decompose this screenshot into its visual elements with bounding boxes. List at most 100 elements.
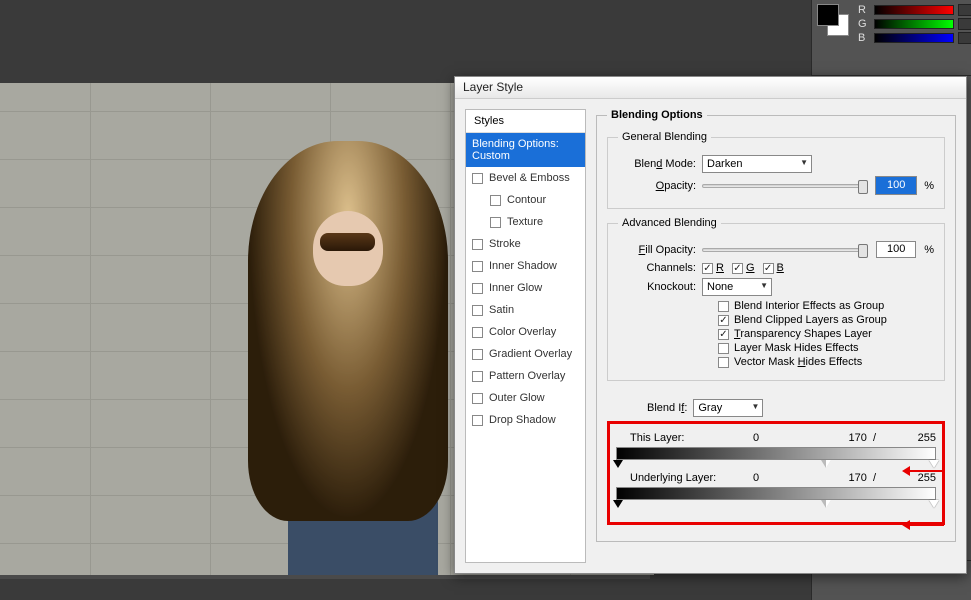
general-blending-legend: General Blending	[618, 131, 711, 143]
channel-b-label: B	[858, 32, 870, 44]
style-item-inner-glow[interactable]: Inner Glow	[466, 277, 585, 299]
value-g[interactable]	[958, 18, 971, 30]
style-item-stroke[interactable]: Stroke	[466, 233, 585, 255]
style-checkbox[interactable]	[472, 239, 483, 250]
underlying-black-stop[interactable]	[613, 500, 623, 508]
knockout-select[interactable]: None	[702, 278, 772, 296]
blend-interior-label: Blend Interior Effects as Group	[734, 300, 884, 312]
foreground-background-swatch[interactable]	[817, 4, 853, 40]
blending-options-group: Blending Options General Blending Blend …	[596, 109, 956, 542]
channel-r-checkbox[interactable]	[702, 263, 713, 274]
advanced-blending-legend: Advanced Blending	[618, 217, 721, 229]
annotation-arrow-2	[908, 524, 944, 526]
style-item-pattern-overlay[interactable]: Pattern Overlay	[466, 365, 585, 387]
style-checkbox[interactable]	[472, 349, 483, 360]
underlying-label: Underlying Layer:	[616, 472, 726, 484]
style-item-outer-glow[interactable]: Outer Glow	[466, 387, 585, 409]
underlying-gradient[interactable]	[616, 487, 936, 500]
blend-if-highlight-annotation: This Layer: 0 170 / 255	[607, 421, 945, 525]
style-item-label: Bevel & Emboss	[489, 172, 570, 184]
layer-mask-hides-label: Layer Mask Hides Effects	[734, 342, 859, 354]
style-item-drop-shadow[interactable]: Drop Shadow	[466, 409, 585, 431]
style-item-color-overlay[interactable]: Color Overlay	[466, 321, 585, 343]
style-item-label: Pattern Overlay	[489, 370, 565, 382]
blend-mode-select[interactable]: Darken	[702, 155, 812, 173]
style-checkbox[interactable]	[490, 195, 501, 206]
this-layer-black-stop[interactable]	[613, 460, 623, 468]
style-item-label: Blending Options: Custom	[472, 138, 579, 162]
style-checkbox[interactable]	[472, 371, 483, 382]
opacity-input[interactable]: 100	[876, 177, 916, 194]
opacity-slider[interactable]	[702, 184, 864, 188]
channel-b-checkbox[interactable]	[763, 263, 774, 274]
underlying-white-stop-high[interactable]	[929, 500, 939, 508]
style-item-satin[interactable]: Satin	[466, 299, 585, 321]
style-item-contour[interactable]: Contour	[466, 189, 585, 211]
style-item-texture[interactable]: Texture	[466, 211, 585, 233]
this-layer-label: This Layer:	[616, 432, 726, 444]
general-blending-group: General Blending Blend Mode: Darken Opac…	[607, 131, 945, 209]
style-checkbox[interactable]	[472, 261, 483, 272]
annotation-arrow-1	[908, 470, 944, 472]
underlying-high: 170	[848, 472, 866, 484]
underlying-white-stop-low[interactable]	[821, 500, 831, 508]
blend-interior-checkbox[interactable]	[718, 301, 729, 312]
style-checkbox[interactable]	[472, 327, 483, 338]
this-layer-white-stop-low[interactable]	[821, 460, 831, 468]
this-layer-low: 0	[726, 432, 786, 444]
blend-clipped-label: Blend Clipped Layers as Group	[734, 314, 887, 326]
underlying-low: 0	[726, 472, 786, 484]
value-r[interactable]	[958, 4, 971, 16]
blend-if-select[interactable]: Gray	[693, 399, 763, 417]
vector-mask-hides-checkbox[interactable]	[718, 357, 729, 368]
channels-label: Channels:	[618, 262, 696, 274]
blend-clipped-checkbox[interactable]	[718, 315, 729, 326]
style-item-label: Contour	[507, 194, 546, 206]
layer-mask-hides-checkbox[interactable]	[718, 343, 729, 354]
opacity-label: Opacity:	[618, 180, 696, 192]
fill-opacity-label: Fill Opacity:	[618, 244, 696, 256]
style-checkbox[interactable]	[472, 283, 483, 294]
style-item-label: Stroke	[489, 238, 521, 250]
fill-opacity-input[interactable]: 100	[876, 241, 916, 258]
this-layer-high: 170	[848, 432, 866, 444]
layer-style-dialog: Layer Style Styles Blending Options: Cus…	[454, 76, 967, 574]
advanced-blending-group: Advanced Blending Fill Opacity: 100 % Ch…	[607, 217, 945, 381]
blend-mode-label: Blend Mode:	[618, 158, 696, 170]
style-checkbox[interactable]	[472, 173, 483, 184]
style-item-label: Outer Glow	[489, 392, 545, 404]
blend-if-label: Blend If:	[647, 402, 687, 414]
this-layer-gradient[interactable]	[616, 447, 936, 460]
style-checkbox[interactable]	[490, 217, 501, 228]
style-item-gradient-overlay[interactable]: Gradient Overlay	[466, 343, 585, 365]
slider-b[interactable]	[874, 33, 954, 43]
styles-list: Styles Blending Options: Custom Bevel & E…	[465, 109, 586, 563]
style-item-inner-shadow[interactable]: Inner Shadow	[466, 255, 585, 277]
channel-g-checkbox[interactable]	[732, 263, 743, 274]
pct-label: %	[924, 180, 934, 192]
value-b[interactable]	[958, 32, 971, 44]
style-item-label: Drop Shadow	[489, 414, 556, 426]
dialog-title: Layer Style	[455, 77, 966, 99]
knockout-label: Knockout:	[618, 281, 696, 293]
style-item-bevel-emboss[interactable]: Bevel & Emboss	[466, 167, 585, 189]
vector-mask-hides-label: Vector Mask Hides Effects	[734, 356, 862, 368]
style-item-label: Satin	[489, 304, 514, 316]
slider-r[interactable]	[874, 5, 954, 15]
style-item-label: Inner Shadow	[489, 260, 557, 272]
transparency-shapes-checkbox[interactable]	[718, 329, 729, 340]
style-checkbox[interactable]	[472, 415, 483, 426]
style-checkbox[interactable]	[472, 393, 483, 404]
style-checkbox[interactable]	[472, 305, 483, 316]
style-item-label: Texture	[507, 216, 543, 228]
blending-options-legend: Blending Options	[607, 109, 707, 121]
style-item-label: Color Overlay	[489, 326, 556, 338]
this-layer-max: 255	[896, 432, 936, 444]
styles-header[interactable]: Styles	[466, 110, 585, 133]
fill-opacity-slider[interactable]	[702, 248, 864, 252]
this-layer-white-stop-high[interactable]	[929, 460, 939, 468]
channel-r-label: R	[858, 4, 870, 16]
style-item-blending-options-custom[interactable]: Blending Options: Custom	[466, 133, 585, 167]
slider-g[interactable]	[874, 19, 954, 29]
style-item-label: Gradient Overlay	[489, 348, 572, 360]
